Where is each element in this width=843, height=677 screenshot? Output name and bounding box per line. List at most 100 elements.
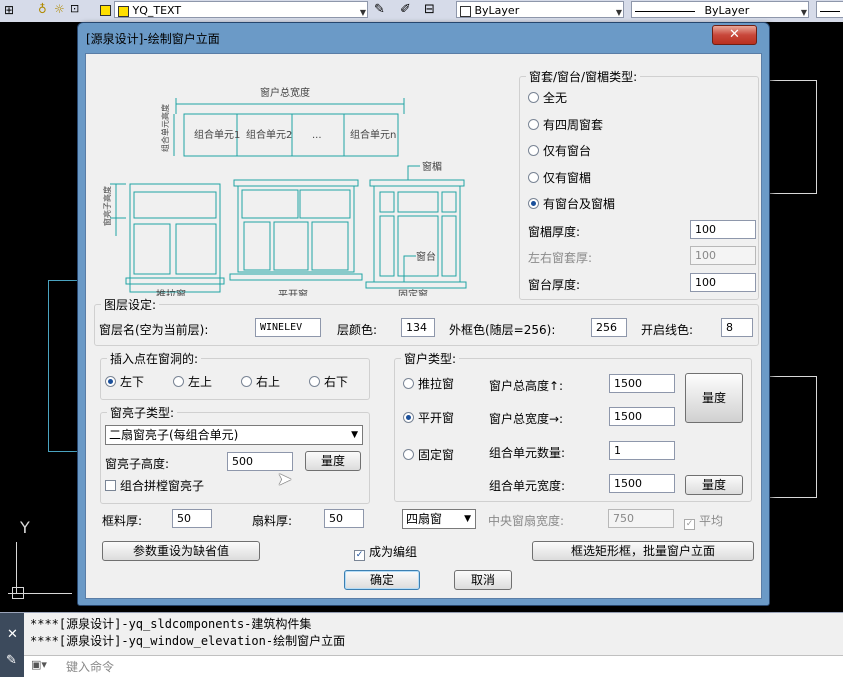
lineweight-dropdown[interactable]	[816, 1, 843, 18]
outer-color-input[interactable]: 256	[591, 318, 627, 337]
ucs-origin-icon	[12, 587, 24, 599]
radio-indicator	[528, 145, 539, 156]
layer-dropdown[interactable]: YQ_TEXT ▼	[114, 1, 368, 18]
trim-option-label: 有四周窗套	[543, 118, 604, 132]
make-group-label: 成为编组	[369, 545, 418, 559]
preview-type-fixed: 固定窗	[398, 288, 428, 296]
hood-thickness-input[interactable]: 100	[690, 220, 756, 239]
transom-measure-button[interactable]: 量度	[305, 451, 361, 471]
checkbox-box	[105, 480, 116, 491]
layer-name: YQ_TEXT	[132, 4, 182, 17]
center-sash-width-input[interactable]: 750	[608, 509, 674, 528]
side-trim-input[interactable]: 100	[690, 246, 756, 265]
combined-transom-checkbox[interactable]: 组合拼樘窗亮子	[105, 477, 204, 494]
chevron-down-icon: ▼	[800, 8, 807, 17]
measure-size-button[interactable]: 量度	[685, 373, 743, 423]
layer-settings-group: 图层设定: 窗层名(空为当前层): WINELEV 层颜色: 134 外框色(随…	[94, 296, 759, 346]
average-label: 平均	[699, 514, 724, 528]
ok-button[interactable]: 确定	[344, 570, 420, 590]
insert-option-label: 右上	[256, 375, 281, 389]
hood-leader	[407, 165, 420, 180]
command-input[interactable]: ▣▾ 键入命令	[24, 655, 843, 677]
total-height-input[interactable]: 1500	[609, 374, 675, 393]
unit-width-measure-button[interactable]: 量度	[685, 475, 743, 495]
frame-thickness-label: 框料厚:	[102, 514, 143, 528]
linetype-dropdown[interactable]: ByLayer ▼	[631, 1, 809, 18]
average-checkbox[interactable]: ✓ 平均	[684, 512, 723, 530]
total-width-input[interactable]: 1500	[609, 407, 675, 426]
window-type-casement[interactable]: 平开窗	[403, 409, 454, 426]
frame-thickness-input[interactable]: 50	[172, 509, 212, 528]
trim-option-hood-only[interactable]: 仅有窗楣	[528, 169, 591, 186]
batch-window-elevation-button[interactable]: 框选矩形框，批量窗户立面	[532, 541, 754, 561]
layer-state-icon[interactable]: ⊟	[424, 2, 435, 17]
lightbulb-icon[interactable]: ♁	[38, 2, 47, 16]
open-line-color-input[interactable]: 8	[721, 318, 753, 337]
close-icon[interactable]: ✕	[7, 627, 18, 642]
close-button[interactable]: ✕	[712, 25, 757, 45]
sill-thickness-input[interactable]: 100	[690, 273, 756, 292]
insert-top-right[interactable]: 右上	[241, 373, 280, 390]
fixed-window-sill	[365, 281, 467, 289]
transom-type-title: 窗亮子类型:	[107, 404, 178, 421]
combined-transom-label: 组合拼樘窗亮子	[120, 479, 205, 493]
unit-width-input[interactable]: 1500	[609, 474, 675, 493]
previous-layer-icon[interactable]: ✐	[400, 2, 411, 17]
lock-icon[interactable]: ⊡	[70, 2, 79, 15]
trim-option-label: 仅有窗楣	[543, 171, 592, 185]
insert-bottom-left[interactable]: 左下	[105, 373, 144, 390]
sun-icon[interactable]: ☼	[54, 2, 65, 16]
insert-bottom-right[interactable]: 右下	[309, 373, 348, 390]
lineweight-sample	[820, 10, 840, 12]
radio-indicator	[241, 376, 252, 387]
command-input-placeholder: 键入命令	[66, 660, 115, 674]
color-dropdown[interactable]: ByLayer ▼	[456, 1, 624, 18]
insert-option-label: 右下	[324, 375, 349, 389]
trim-option-label: 全无	[543, 91, 568, 105]
preview-type-sliding: 推拉窗	[156, 288, 186, 296]
sash-thickness-input[interactable]: 50	[324, 509, 364, 528]
wrench-icon[interactable]: ✎	[6, 653, 17, 668]
trim-option-none[interactable]: 全无	[528, 89, 567, 106]
chevron-down-icon: ▼	[615, 8, 622, 17]
window-type-label: 推拉窗	[418, 377, 455, 391]
layer-tools-icon[interactable]: ⊞	[4, 3, 14, 17]
insert-option-label: 左上	[188, 375, 213, 389]
trim-option-sill-and-hood[interactable]: 有窗台及窗楣	[528, 195, 615, 212]
reset-defaults-button[interactable]: 参数重设为缺省值	[102, 541, 260, 561]
preview-bright-height: 窗亮子高度	[102, 186, 112, 226]
insert-option-label: 左下	[120, 375, 145, 389]
unit-count-label: 组合单元数量:	[489, 446, 566, 460]
sash-count-select[interactable]: 四扇窗 ▼	[402, 509, 476, 529]
color-swatch	[460, 5, 471, 17]
command-history-line: ****[源泉设计]-yq_window_elevation-绘制窗户立面	[30, 634, 346, 648]
unit-count-input[interactable]: 1	[609, 441, 675, 460]
trim-option-sill-only[interactable]: 仅有窗台	[528, 142, 591, 159]
preview-unit-1: 组合单元1	[194, 128, 240, 141]
preview-unit-n: 组合单元n	[350, 128, 396, 141]
preview-unit-height: 组合单元高度	[160, 104, 170, 152]
make-group-checkbox[interactable]: ✓ 成为编组	[354, 543, 417, 561]
transom-height-label: 窗亮子高度:	[105, 457, 170, 471]
trim-option-surround[interactable]: 有四周窗套	[528, 116, 603, 133]
transom-type-group: 窗亮子类型: 二扇窗亮子(每组合单元) ▼ 窗亮子高度: 500 量度 组合拼樘…	[100, 404, 370, 504]
layer-color-input[interactable]: 134	[401, 318, 435, 337]
command-window: ✕ ✎ ****[源泉设计]-yq_sldcomponents-建筑构件集 **…	[0, 612, 843, 677]
transom-type-select[interactable]: 二扇窗亮子(每组合单元) ▼	[105, 425, 363, 445]
window-type-sliding[interactable]: 推拉窗	[403, 375, 454, 392]
insert-top-left[interactable]: 左上	[173, 373, 212, 390]
radio-indicator	[105, 376, 116, 387]
mouse-cursor-icon: ➤	[277, 469, 293, 490]
command-prompt-icon[interactable]: ▣▾	[31, 658, 47, 671]
cad-wall-outline-right-lower	[770, 376, 817, 498]
match-layer-icon[interactable]: ✎	[374, 2, 385, 17]
window-type-fixed[interactable]: 固定窗	[403, 446, 454, 463]
total-width-label: 窗户总宽度→:	[489, 412, 564, 426]
window-type-title: 窗户类型:	[401, 350, 460, 367]
color-value: ByLayer	[474, 4, 520, 17]
cancel-button[interactable]: 取消	[454, 570, 512, 590]
window-type-label: 平开窗	[418, 411, 455, 425]
layer-name-input[interactable]: WINELEV	[255, 318, 321, 337]
preview-sill-label: 窗台	[416, 250, 436, 263]
chevron-down-icon: ▼	[359, 8, 366, 17]
